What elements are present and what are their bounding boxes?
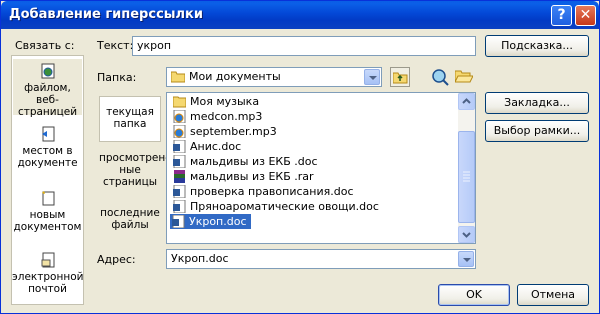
chevron-down-icon bbox=[462, 232, 471, 238]
file-name: мальдивы из ЕКБ .rar bbox=[190, 170, 314, 183]
list-item[interactable]: Пряноароматические овощи.doc bbox=[171, 199, 379, 214]
link-to-email[interactable]: электронной почтой bbox=[12, 248, 83, 306]
bookmark-button[interactable]: Закладка... bbox=[485, 92, 589, 114]
help-button[interactable]: ? bbox=[551, 5, 572, 26]
web-page-icon bbox=[41, 63, 55, 79]
word-doc-icon bbox=[173, 199, 186, 214]
grip-icon bbox=[463, 171, 470, 182]
ok-button[interactable]: OK bbox=[438, 284, 510, 306]
cancel-button[interactable]: Отмена bbox=[517, 284, 589, 306]
chevron-down-icon[interactable] bbox=[458, 251, 474, 267]
list-item[interactable]: Анис.doc bbox=[171, 139, 241, 154]
list-item-selected[interactable]: Укроп.doc bbox=[170, 214, 251, 229]
word-doc-icon bbox=[173, 184, 186, 199]
list-item[interactable]: september.mp3 bbox=[171, 124, 277, 139]
file-name: Пряноароматические овощи.doc bbox=[190, 200, 379, 213]
list-item[interactable]: Моя музыка bbox=[171, 94, 259, 109]
scroll-down-button[interactable] bbox=[458, 226, 475, 243]
window-title: Добавление гиперссылки bbox=[9, 7, 203, 22]
scroll-up-button[interactable] bbox=[458, 93, 475, 110]
address-input[interactable]: Укроп.doc bbox=[166, 249, 476, 269]
address-value: Укроп.doc bbox=[171, 252, 229, 265]
place-recent-files[interactable]: последние файлы bbox=[99, 207, 161, 237]
place-browsed-pages[interactable]: просмотрен-ные страницы bbox=[99, 152, 169, 192]
link-to-file-web-page-label: файлом, веб-страницей bbox=[17, 82, 78, 118]
up-folder-button[interactable] bbox=[390, 67, 410, 87]
file-name: Укроп.doc bbox=[189, 215, 247, 228]
email-icon bbox=[41, 252, 55, 268]
file-list-scrollbar[interactable] bbox=[458, 93, 475, 243]
file-name: september.mp3 bbox=[190, 125, 277, 138]
close-icon: ✕ bbox=[579, 7, 592, 23]
list-item[interactable]: проверка правописания.doc bbox=[171, 184, 354, 199]
file-name: мальдивы из ЕКБ .doc bbox=[190, 155, 318, 168]
folder-value: Мои документы bbox=[189, 70, 281, 83]
link-to-bar: файлом, веб-страницей местом в документе… bbox=[11, 55, 84, 305]
scroll-thumb[interactable] bbox=[458, 131, 475, 223]
word-doc-icon bbox=[172, 214, 185, 229]
media-icon bbox=[173, 109, 186, 124]
word-doc-icon bbox=[173, 154, 186, 169]
media-icon bbox=[173, 124, 186, 139]
document-place-icon bbox=[41, 126, 55, 142]
file-name: проверка правописания.doc bbox=[190, 185, 354, 198]
word-doc-icon bbox=[173, 139, 186, 154]
file-name: medcon.mp3 bbox=[190, 110, 263, 123]
folder-icon bbox=[170, 70, 186, 89]
file-list: Моя музыка medcon.mp3 september.mp3 Анис… bbox=[166, 92, 476, 244]
file-name: Моя музыка bbox=[190, 95, 260, 108]
hyperlink-dialog: Добавление гиперссылки ? ✕ Связать с: фа… bbox=[0, 0, 600, 314]
new-document-icon bbox=[41, 190, 55, 206]
link-to-email-label: электронной почтой bbox=[12, 271, 84, 295]
up-folder-icon bbox=[392, 70, 408, 87]
web-search-icon bbox=[431, 68, 449, 89]
link-to-label: Связать с: bbox=[15, 39, 75, 52]
list-item[interactable]: мальдивы из ЕКБ .doc bbox=[171, 154, 318, 169]
rar-archive-icon bbox=[173, 170, 186, 183]
web-search-button[interactable] bbox=[430, 67, 450, 87]
text-input[interactable]: укроп bbox=[132, 36, 476, 56]
chevron-up-icon bbox=[462, 98, 471, 104]
list-item[interactable]: medcon.mp3 bbox=[171, 109, 262, 124]
title-bar[interactable]: Добавление гиперссылки ? ✕ bbox=[1, 1, 599, 29]
folder-label: Папка: bbox=[97, 71, 137, 84]
places-bar: текущая папка просмотрен-ные страницы по… bbox=[97, 94, 169, 244]
help-icon: ? bbox=[557, 7, 566, 23]
link-to-new-document[interactable]: новым документом bbox=[12, 186, 83, 244]
select-frame-button[interactable]: Выбор рамки... bbox=[485, 120, 589, 142]
address-label: Адрес: bbox=[97, 253, 136, 266]
link-to-new-document-label: новым документом bbox=[13, 209, 82, 233]
place-current-folder[interactable]: текущая папка bbox=[99, 96, 161, 142]
tooltip-button[interactable]: Подсказка... bbox=[485, 35, 589, 57]
link-to-file-web-page[interactable]: файлом, веб-страницей bbox=[12, 58, 83, 118]
open-folder-button[interactable] bbox=[454, 67, 474, 87]
link-to-place-in-document[interactable]: местом в документе bbox=[12, 122, 83, 180]
music-folder-icon bbox=[172, 95, 187, 108]
folder-dropdown[interactable]: Мои документы bbox=[166, 67, 382, 87]
file-name: Анис.doc bbox=[190, 140, 242, 153]
link-to-place-in-document-label: местом в документе bbox=[17, 145, 78, 169]
close-button[interactable]: ✕ bbox=[575, 5, 596, 26]
open-folder-icon bbox=[454, 69, 474, 87]
text-label: Текст: bbox=[97, 39, 134, 52]
chevron-down-icon[interactable] bbox=[364, 69, 380, 85]
list-item[interactable]: мальдивы из ЕКБ .rar bbox=[171, 169, 314, 184]
